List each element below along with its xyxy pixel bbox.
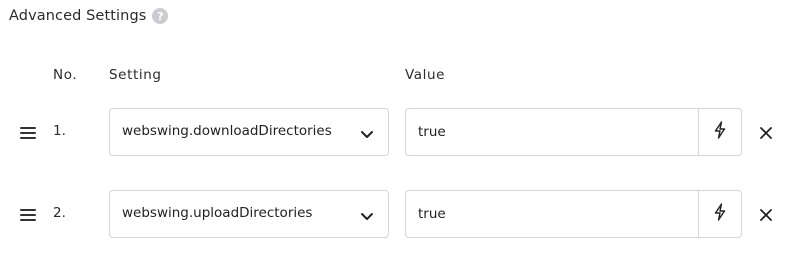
variable-button[interactable] [699, 191, 741, 237]
setting-select-value: webswing.downloadDirectories [122, 123, 332, 139]
variable-button[interactable] [699, 109, 741, 155]
drag-handle-icon[interactable] [20, 125, 36, 139]
lightning-bolt-icon [713, 121, 727, 143]
row-number: 1. [53, 123, 66, 139]
row-number: 2. [53, 205, 66, 221]
value-field [405, 108, 742, 156]
value-field [405, 190, 742, 238]
setting-select[interactable]: webswing.uploadDirectories [109, 190, 389, 238]
column-header-no: No. [53, 67, 78, 83]
value-input[interactable] [406, 109, 698, 155]
setting-select[interactable]: webswing.downloadDirectories [109, 108, 389, 156]
chevron-down-icon [360, 208, 374, 220]
remove-row-button[interactable] [759, 207, 773, 221]
drag-handle-icon[interactable] [20, 207, 36, 221]
close-icon [759, 125, 773, 144]
setting-row: 1. webswing.downloadDirectories [0, 108, 793, 156]
column-header-setting: Setting [109, 67, 162, 83]
section-title: Advanced Settings [9, 8, 147, 24]
value-input[interactable] [406, 191, 698, 237]
lightning-bolt-icon [713, 203, 727, 225]
section-header: Advanced Settings ? [9, 6, 169, 26]
chevron-down-icon [360, 126, 374, 138]
close-icon [759, 207, 773, 226]
help-icon[interactable]: ? [152, 8, 169, 24]
remove-row-button[interactable] [759, 125, 773, 139]
setting-row: 2. webswing.uploadDirectories [0, 190, 793, 238]
setting-select-value: webswing.uploadDirectories [122, 205, 313, 221]
column-header-value: Value [405, 67, 446, 83]
